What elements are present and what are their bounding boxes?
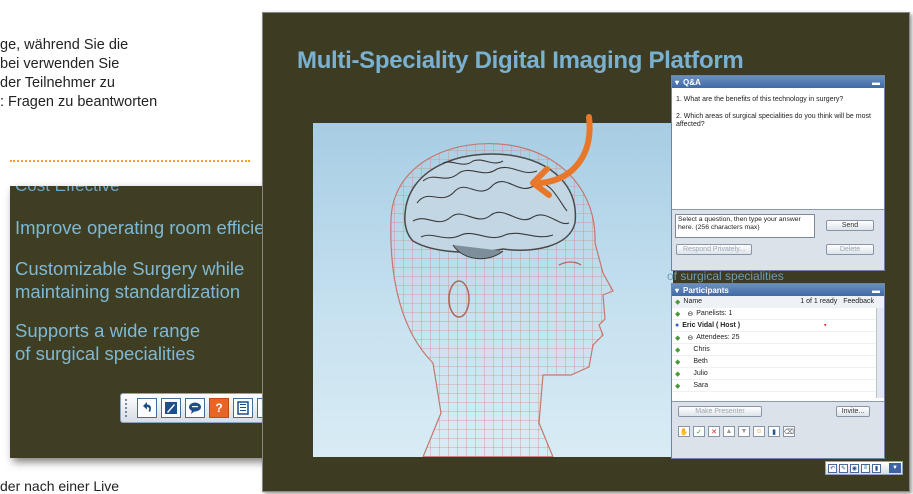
document-line: ge, während Sie die	[0, 37, 129, 53]
list-item[interactable]: ◆ ⊖ Panelists: 1	[672, 308, 884, 320]
host-icon: ●	[675, 322, 680, 329]
document-line: bei verwenden Sie	[0, 56, 120, 72]
bullet-text: of surgical specialities	[15, 343, 195, 364]
undo-icon[interactable]: ↶	[828, 463, 837, 473]
bullet-text: maintaining standardization	[15, 281, 241, 302]
make-presenter-button[interactable]: Make Presenter	[678, 406, 762, 417]
minimize-icon[interactable]: ▬	[872, 78, 880, 87]
participants-panel-title: Participants	[683, 285, 729, 295]
list-item[interactable]: ◆ Chris	[672, 344, 884, 356]
feedback-icon: ▪	[824, 322, 827, 329]
chat-icon[interactable]: ◉	[850, 463, 859, 473]
participants-panel-header: ▾ Participants ▬	[672, 284, 884, 296]
chat-icon[interactable]	[185, 398, 205, 418]
poll-icon[interactable]: ▮	[768, 426, 780, 437]
dotted-divider	[10, 160, 250, 162]
status-icon: ◆	[675, 334, 681, 342]
notes-icon[interactable]	[233, 398, 253, 418]
clear-icon[interactable]: ⌫	[783, 426, 795, 437]
column-feedback[interactable]: Feedback	[843, 298, 874, 305]
host-name: Eric Vidal ( Host )	[682, 322, 741, 329]
participants-column-header: ◆ Name 1 of 1 ready Feedback	[672, 296, 884, 308]
send-button[interactable]: Send	[826, 220, 874, 231]
slower-icon[interactable]: ▲	[723, 426, 735, 437]
wireframe-head-image	[313, 123, 673, 457]
mini-presenter-toolbar: ↶ ✎ ◉ ≡ ▮ ▼	[825, 461, 903, 475]
attendee-name: Sara	[693, 382, 709, 389]
list-item[interactable]: ◆ Julio	[672, 368, 884, 380]
x-icon[interactable]: ✕	[708, 426, 720, 437]
qa-answer-area: Select a question, then type your answer…	[672, 209, 884, 270]
notes-icon[interactable]: ≡	[861, 463, 870, 473]
document-line: der Teilnehmer zu	[0, 75, 115, 91]
attendees-group: Attendees: 25	[696, 334, 740, 341]
invite-button[interactable]: Invite...	[836, 406, 870, 417]
status-icon: ◆	[675, 358, 681, 366]
annotate-icon[interactable]	[161, 398, 181, 418]
status-icon: ◆	[675, 298, 681, 306]
arrow-annotation	[530, 114, 593, 198]
status-icon: ◆	[675, 382, 681, 390]
undo-icon[interactable]	[137, 398, 157, 418]
collapse-icon[interactable]: ▾	[675, 286, 679, 295]
attendee-name: Chris	[693, 346, 710, 353]
list-item[interactable]: ◆ Beth	[672, 356, 884, 368]
bullet-text: Customizable Surgery while	[15, 258, 245, 279]
document-line: : Fragen zu beantworten	[0, 94, 158, 110]
check-icon[interactable]: ✓	[693, 426, 705, 437]
qa-question[interactable]: 2. Which areas of surgical specialities …	[672, 111, 884, 132]
faster-icon[interactable]: ▼	[738, 426, 750, 437]
respond-privately-button[interactable]: Respond Privately...	[676, 244, 752, 255]
scrollbar[interactable]	[876, 308, 884, 398]
collapse-icon[interactable]: ▾	[675, 78, 679, 87]
slide-bullet-fragment: of surgical specialities	[667, 269, 784, 283]
attendee-name: Beth	[693, 358, 708, 365]
qa-panel: ▾ Q&A ▬ 1. What are the benefits of this…	[671, 75, 885, 271]
column-name[interactable]: Name	[683, 298, 702, 305]
qa-panel-header: ▾ Q&A ▬	[672, 76, 884, 88]
participants-panel: ▾ Participants ▬ ◆ Name 1 of 1 ready Fee…	[671, 283, 885, 459]
status-icon: ◆	[675, 310, 681, 318]
delete-button[interactable]: Delete	[826, 244, 874, 255]
raise-hand-icon[interactable]: ✋	[678, 426, 690, 437]
bullet-text: Supports a wide range	[15, 320, 201, 341]
list-item[interactable]: ◆ Sara	[672, 380, 884, 392]
emoticon-icon[interactable]: ☺	[753, 426, 765, 437]
collapse-icon[interactable]: ⊖	[683, 334, 693, 342]
slide-title: Multi-Speciality Digital Imaging Platfor…	[297, 47, 744, 74]
toolbar-grip[interactable]	[125, 399, 133, 417]
list-item[interactable]: ◆ ⊖ Attendees: 25	[672, 332, 884, 344]
qa-answer-input[interactable]: Select a question, then type your answer…	[675, 214, 815, 238]
bullet-text: Improve operating room efficiency	[15, 217, 294, 238]
qa-panel-title: Q&A	[683, 77, 701, 87]
status-icon: ◆	[675, 346, 681, 354]
participants-actions: Make Presenter Invite... ✋ ✓ ✕ ▲ ▼ ☺ ▮ ⌫	[672, 401, 884, 458]
cut-off-bullet: Cost Effective	[15, 186, 120, 196]
panelists-group: Panelists: 1	[696, 310, 733, 317]
qa-icon[interactable]: ?	[209, 398, 229, 418]
list-item[interactable]: ● Eric Vidal ( Host ) ▪	[672, 320, 884, 332]
document-text: ge, während Sie die bei verwenden Sie de…	[0, 36, 250, 112]
column-ready: 1 of 1 ready	[800, 298, 838, 305]
feedback-toolbar: ✋ ✓ ✕ ▲ ▼ ☺ ▮ ⌫	[678, 426, 795, 437]
poll-icon[interactable]: ▮	[872, 463, 881, 473]
attendee-name: Julio	[693, 370, 708, 377]
collapse-icon[interactable]: ⊖	[683, 310, 693, 318]
qa-question[interactable]: 1. What are the benefits of this technol…	[672, 94, 884, 107]
status-icon: ◆	[675, 370, 681, 378]
presentation-window: Multi-Speciality Digital Imaging Platfor…	[262, 12, 910, 492]
chevron-down-icon[interactable]: ▼	[889, 463, 901, 473]
annotate-icon[interactable]: ✎	[839, 463, 848, 473]
minimize-icon[interactable]: ▬	[872, 286, 880, 295]
